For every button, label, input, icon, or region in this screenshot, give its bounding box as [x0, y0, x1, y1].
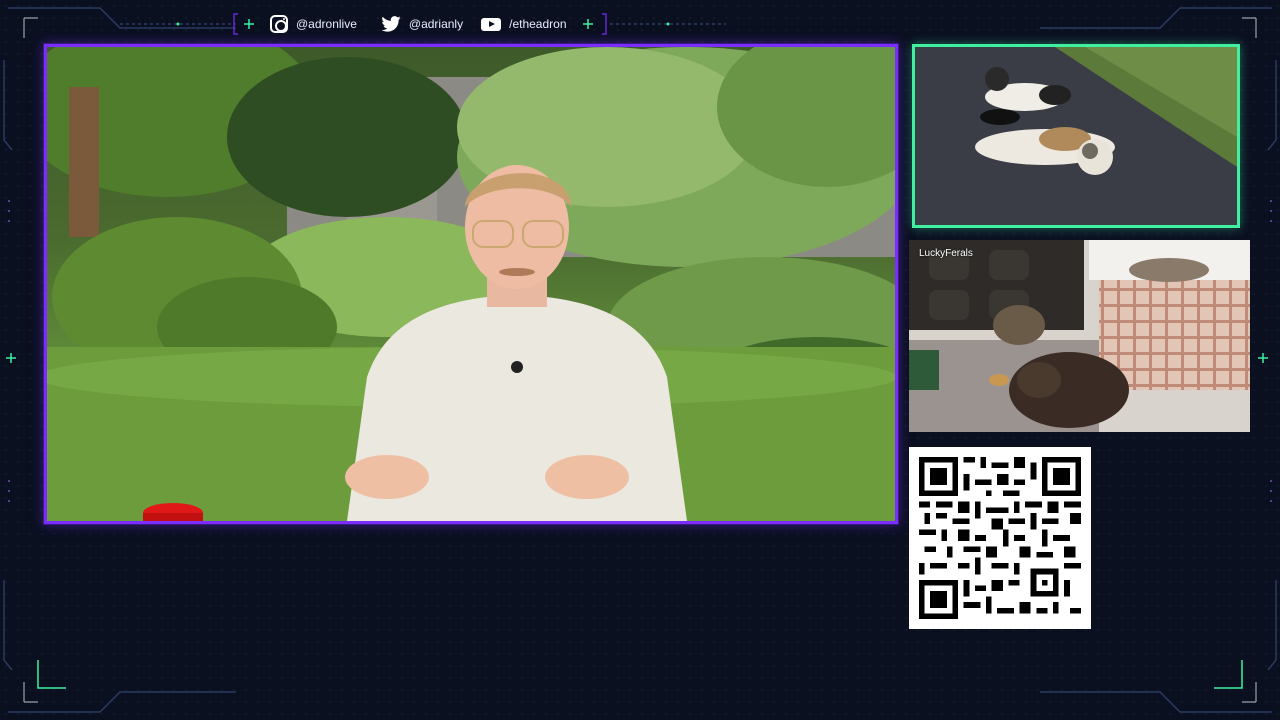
camera-label: LuckyFerals	[919, 248, 973, 259]
main-camera-feed	[44, 44, 898, 524]
twitter-handle: @adrianly	[381, 16, 463, 32]
qr-code[interactable]	[909, 447, 1091, 629]
cats-scene-lower	[909, 240, 1250, 432]
social-bar: @adronlive @adrianly /etheadron	[270, 12, 567, 36]
twitter-icon	[381, 16, 401, 32]
instagram-handle: @adronlive	[270, 15, 357, 33]
cat-camera-top	[912, 44, 1240, 228]
twitter-text: @adrianly	[408, 17, 464, 31]
youtube-icon	[481, 17, 502, 31]
youtube-text: /etheadron	[509, 17, 567, 31]
instagram-icon	[270, 15, 288, 33]
youtube-handle: /etheadron	[481, 17, 567, 31]
garden-scene	[47, 47, 895, 521]
qr-code-graphic	[919, 457, 1081, 619]
cat-camera-lower: LuckyFerals	[909, 240, 1250, 432]
instagram-text: @adronlive	[296, 17, 357, 31]
cats-scene-top	[915, 47, 1237, 225]
